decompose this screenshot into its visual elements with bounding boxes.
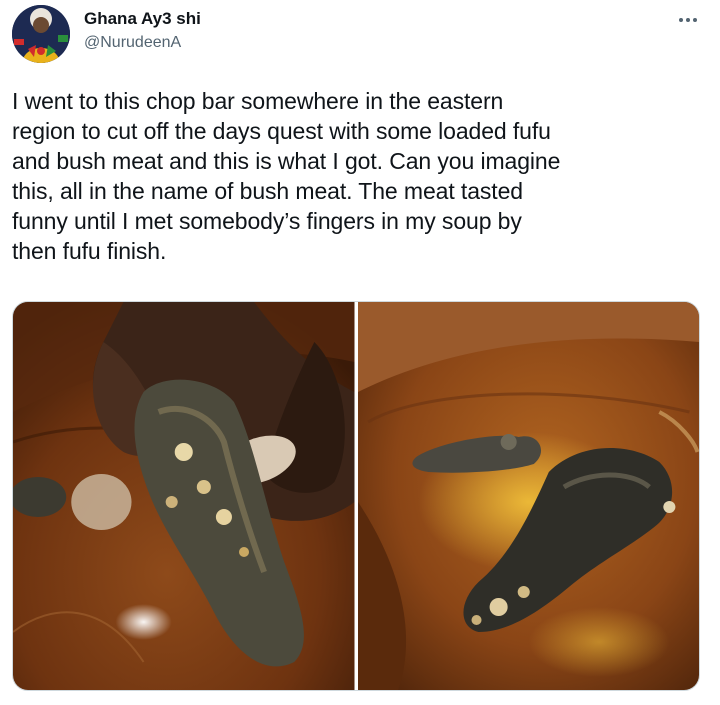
tweet-photo-1[interactable] (13, 302, 355, 690)
display-name[interactable]: Ghana Ay3 shi (84, 8, 201, 30)
more-options-button[interactable] (670, 8, 706, 32)
avatar[interactable] (12, 5, 70, 63)
more-horizontal-icon-dot (686, 18, 690, 22)
photo-meat-in-bowl (357, 302, 699, 690)
avatar-image (12, 5, 70, 63)
tweet-photo-2[interactable] (357, 302, 699, 690)
more-horizontal-icon (679, 18, 683, 22)
photo-hand-holding-meat (13, 302, 355, 690)
more-horizontal-icon-dot (693, 18, 697, 22)
tweet: Ghana Ay3 shi @NurudeenA I went to this … (0, 0, 720, 705)
user-handle[interactable]: @NurudeenA (84, 33, 181, 53)
media-grid (12, 301, 700, 691)
tweet-text: I went to this chop bar somewhere in the… (12, 88, 561, 264)
